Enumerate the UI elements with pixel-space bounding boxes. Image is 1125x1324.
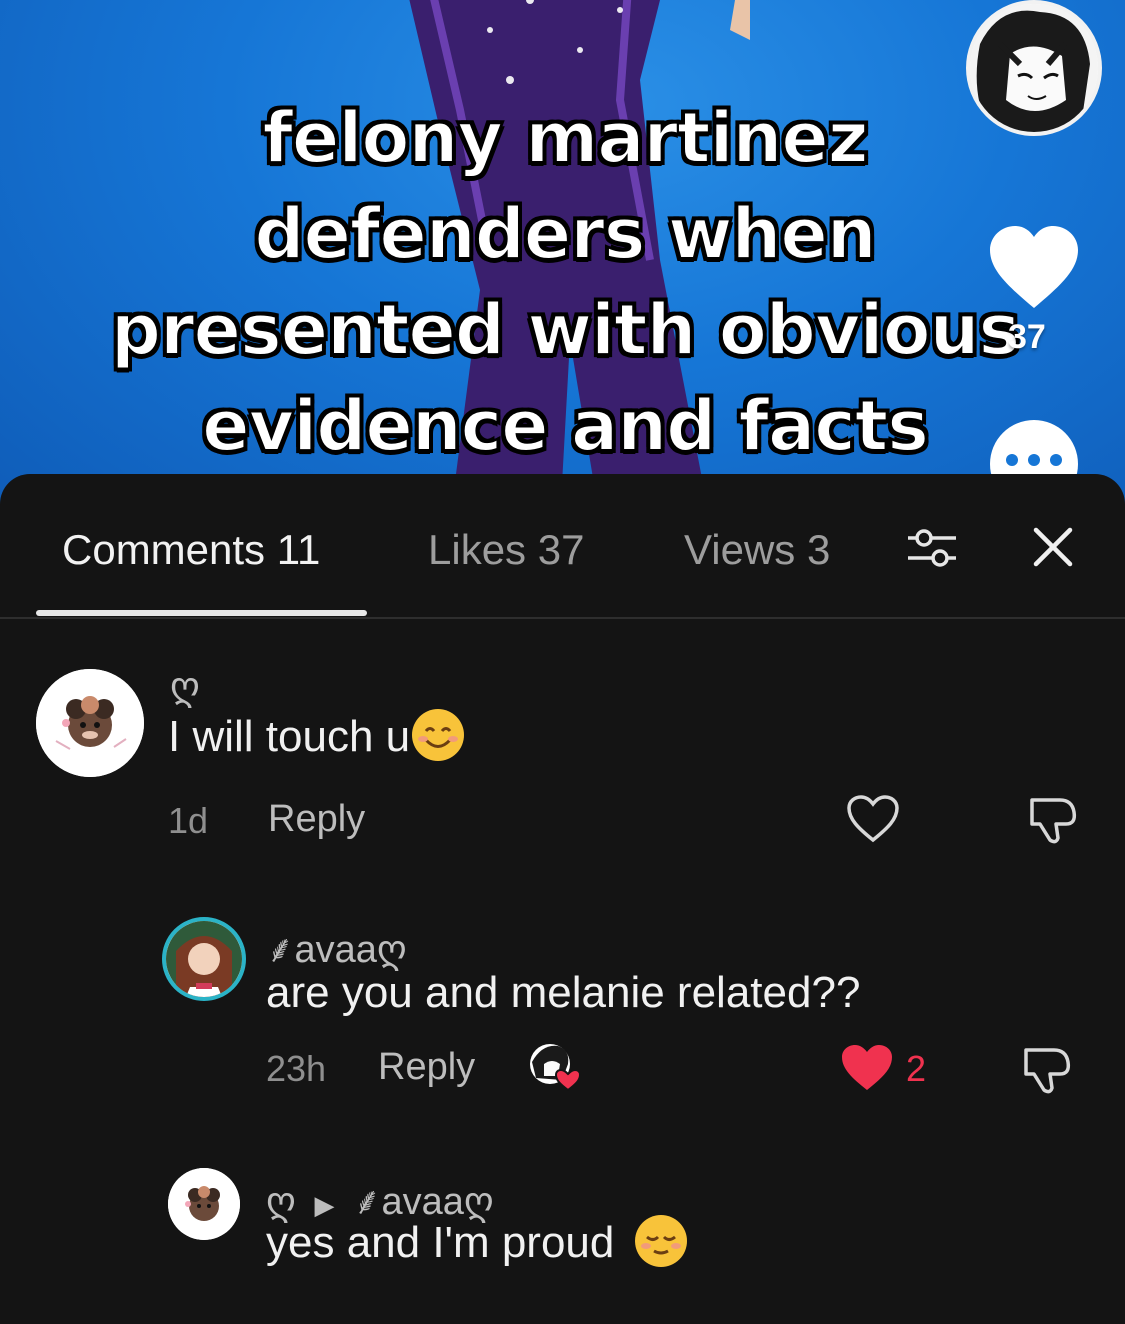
reply-arrow-icon: ▶ (314, 1190, 335, 1220)
reply-button[interactable]: Reply (378, 1046, 475, 1089)
comment-body: yes and I'm proud (266, 1218, 615, 1267)
comment-username[interactable]: ღ (266, 1181, 296, 1223)
like-heart-icon[interactable] (988, 224, 1080, 310)
tab-bar: Comments 11 Likes 37 Views 3 (0, 474, 1125, 619)
relieved-face-icon (634, 1215, 687, 1268)
caption-line: presented with obvious (110, 288, 1021, 372)
video-like-count: 37 (1008, 318, 1046, 356)
filter-icon[interactable] (906, 526, 958, 570)
heart-outline-icon[interactable] (846, 794, 900, 844)
caption-line: defenders when (253, 192, 877, 276)
comment-username[interactable]: ⸙avaaღ (266, 922, 407, 974)
caption-line: felony martinez (261, 96, 869, 180)
comment-body: I will touch u (168, 712, 411, 761)
comment-text: I will touch u (168, 709, 466, 763)
smiling-face-icon (412, 709, 465, 762)
dislike-icon[interactable] (1026, 794, 1080, 846)
tab-likes[interactable]: Likes 37 (428, 526, 584, 574)
video-caption: felony martinez defenders when presented… (60, 90, 1070, 474)
comment-item: ღ I will touch u 1d Reply (0, 654, 1125, 874)
comment-text: yes and I'm proud (266, 1215, 689, 1269)
avatar[interactable] (36, 669, 144, 777)
comment-body: are you and melanie related?? (266, 968, 861, 1017)
tab-views[interactable]: Views 3 (684, 526, 854, 574)
creator-liked-badge (528, 1042, 584, 1092)
comment-item: ⸙avaaღ are you and melanie related?? 23h… (0, 914, 1125, 1134)
avatar[interactable] (168, 1168, 240, 1240)
caption-line: evidence and facts (201, 384, 930, 468)
close-icon[interactable] (1032, 526, 1074, 568)
comment-like-count: 2 (906, 1048, 927, 1089)
creator-avatar-mini-icon (530, 1044, 582, 1092)
dislike-icon[interactable] (1020, 1044, 1074, 1096)
comment-timestamp: 1d (168, 800, 209, 841)
tab-comments[interactable]: Comments 11 (62, 526, 320, 574)
comment-timestamp: 23h (266, 1048, 327, 1089)
comment-username[interactable]: ღ (170, 664, 200, 709)
video-player[interactable]: felony martinez defenders when presented… (0, 0, 1125, 520)
creator-avatar[interactable] (966, 0, 1102, 136)
reply-button[interactable]: Reply (268, 798, 365, 841)
reply-to-username[interactable]: ⸙avaaღ (353, 1181, 494, 1223)
comments-sheet: Comments 11 Likes 37 Views 3 ღ I will to… (0, 474, 1125, 1322)
heart-filled-icon[interactable] (840, 1044, 894, 1092)
avatar[interactable] (162, 917, 246, 1001)
comment-item: ღ ▶ ⸙avaaღ yes and I'm proud (0, 1164, 1125, 1324)
active-tab-indicator (36, 610, 367, 616)
